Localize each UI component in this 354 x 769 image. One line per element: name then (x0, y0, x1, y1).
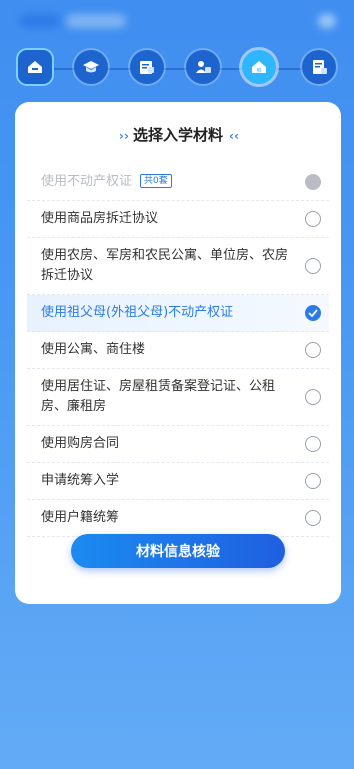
count-tag: 共0套 (140, 174, 172, 188)
step-home[interactable] (18, 50, 52, 84)
option-coordinated-enrollment[interactable]: 申请统筹入学 (27, 463, 329, 500)
review-document-icon (313, 60, 327, 74)
step-review[interactable] (302, 50, 336, 84)
radio-button[interactable] (305, 342, 321, 358)
radio-disabled (305, 174, 321, 190)
radio-button[interactable] (305, 389, 321, 405)
header-title-blurred (20, 14, 60, 28)
option-label: 使用农房、军房和农民公寓、单位房、农房拆迁协议 (41, 248, 289, 283)
option-label: 使用居住证、房屋租赁备案登记证、公租房、廉租房 (41, 379, 276, 414)
progress-stepper: 房 (14, 46, 340, 92)
step-school[interactable] (74, 50, 108, 84)
step-identity[interactable] (130, 50, 164, 84)
option-grandparents-certificate[interactable]: 使用祖父母(外祖父母)不动产权证 (27, 295, 329, 332)
graduation-cap-icon (83, 61, 99, 73)
verify-materials-button[interactable]: 材料信息核验 (71, 534, 285, 568)
option-real-estate-certificate: 使用不动产权证 共0套 (27, 164, 329, 201)
option-label: 使用不动产权证 (41, 174, 133, 189)
option-label: 使用购房合同 (41, 436, 120, 451)
radio-button[interactable] (305, 473, 321, 489)
radio-button[interactable] (305, 211, 321, 227)
option-farm-military-housing[interactable]: 使用农房、军房和农民公寓、单位房、农房拆迁协议 (27, 238, 329, 295)
radio-checked[interactable] (305, 305, 321, 321)
header-action-blurred (318, 14, 336, 28)
step-guardian[interactable] (186, 50, 220, 84)
option-label: 使用商品房拆迁协议 (41, 211, 159, 226)
title-right-chevrons-icon: ‹ ‹ (229, 129, 239, 143)
option-commercial-demolition[interactable]: 使用商品房拆迁协议 (27, 201, 329, 238)
option-label: 使用祖父母(外祖父母)不动产权证 (41, 305, 234, 320)
checkmark-icon (308, 309, 318, 317)
title-left-chevrons-icon: › › (118, 129, 129, 143)
option-label: 申请统筹入学 (41, 473, 120, 488)
option-residence-permit-rental[interactable]: 使用居住证、房屋租赁备案登记证、公租房、廉租房 (27, 369, 329, 426)
option-label: 使用公寓、商住楼 (41, 342, 146, 357)
radio-button[interactable] (305, 436, 321, 452)
radio-button[interactable] (305, 258, 321, 274)
home-icon (28, 61, 42, 73)
header-subtitle-blurred (66, 14, 126, 28)
house-material-icon: 房 (252, 61, 266, 74)
radio-button[interactable] (305, 510, 321, 526)
id-card-icon (140, 61, 154, 74)
option-household-registration[interactable]: 使用户籍统筹 (27, 500, 329, 537)
option-purchase-contract[interactable]: 使用购房合同 (27, 426, 329, 463)
option-apartment[interactable]: 使用公寓、商住楼 (27, 332, 329, 369)
material-selection-card: › › 选择入学材料 ‹ ‹ 使用不动产权证 共0套 使用商品房拆迁协议 使用农房、军… (15, 102, 341, 604)
card-title: › › 选择入学材料 ‹ ‹ (15, 124, 341, 145)
material-options-list: 使用不动产权证 共0套 使用商品房拆迁协议 使用农房、军房和农民公寓、单位房、农房… (27, 164, 329, 537)
parents-icon (196, 61, 211, 73)
option-label: 使用户籍统筹 (41, 510, 120, 525)
step-housing[interactable]: 房 (242, 50, 276, 84)
svg-text:房: 房 (256, 67, 261, 74)
top-header (0, 0, 354, 48)
card-title-text: 选择入学材料 (132, 126, 223, 144)
